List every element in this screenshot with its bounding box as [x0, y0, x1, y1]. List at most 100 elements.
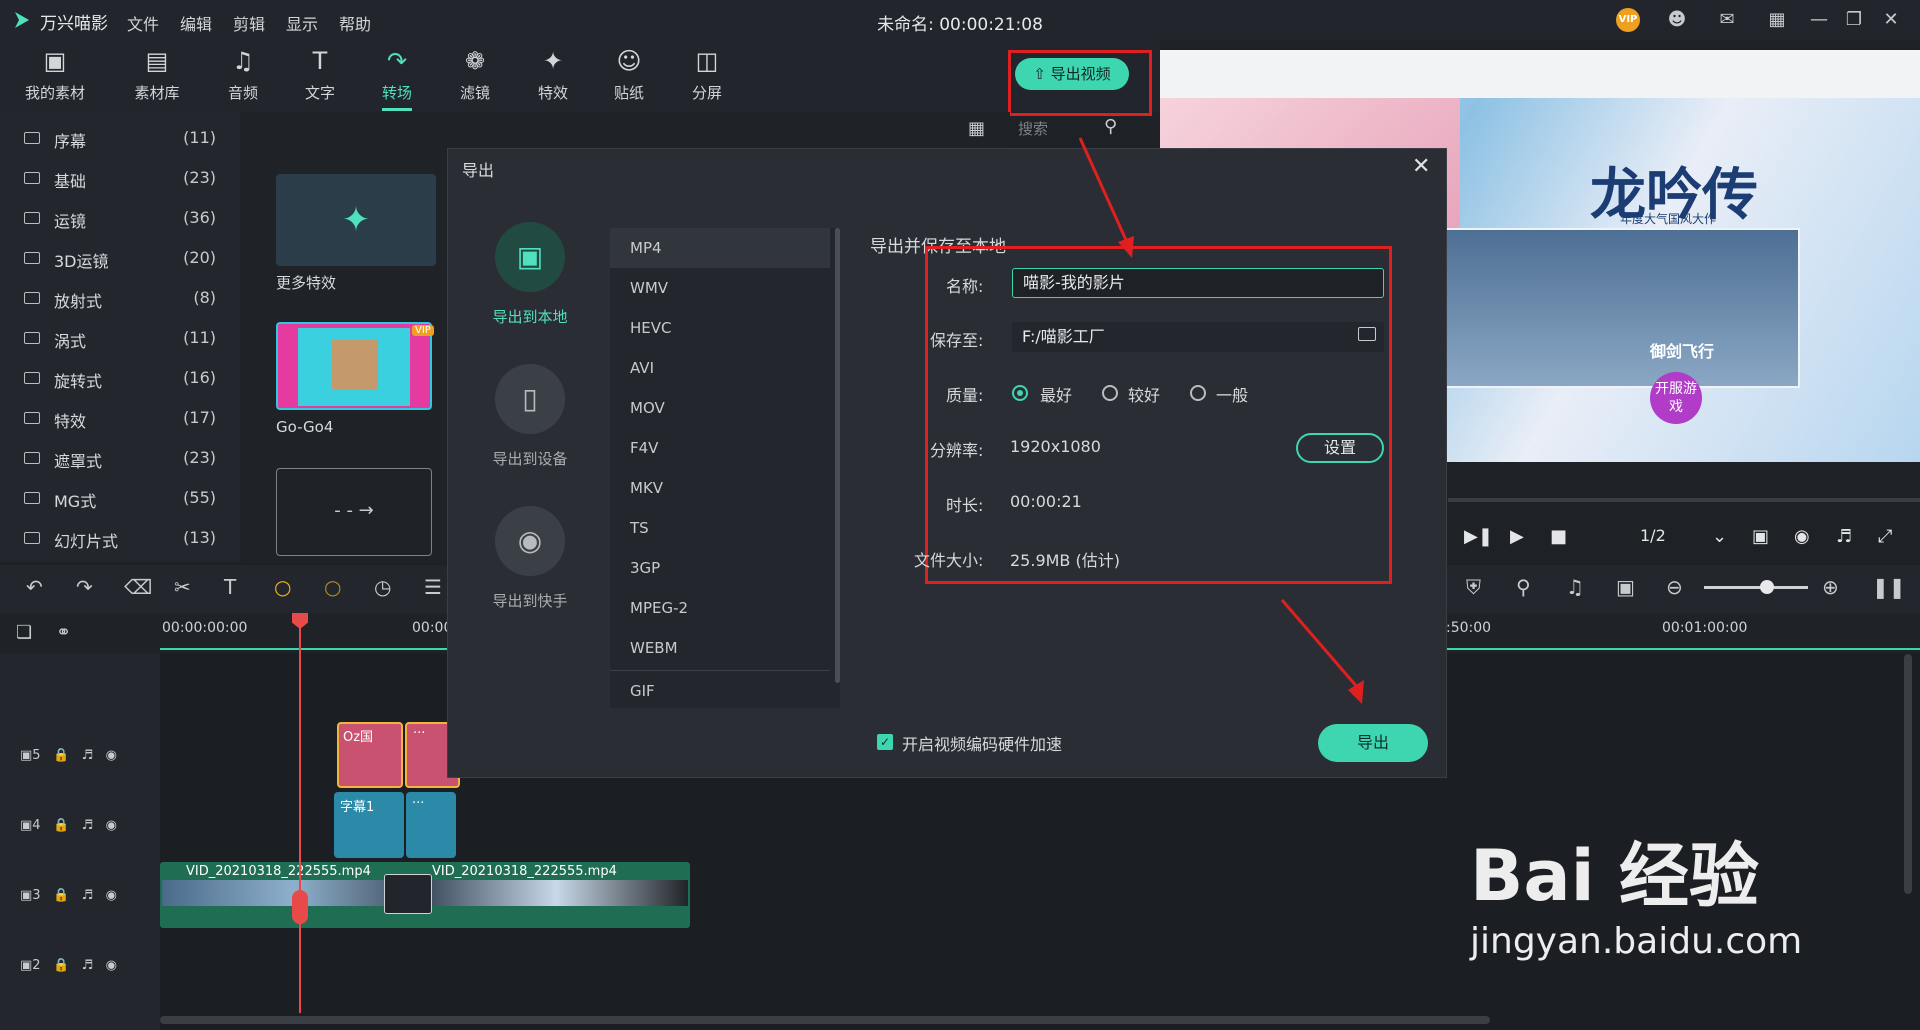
vip-icon[interactable]: VIP — [1616, 8, 1640, 32]
zoom-in-icon[interactable]: ⊕ — [1822, 575, 1839, 599]
message-icon[interactable]: ✉ — [1716, 9, 1738, 31]
format-item[interactable]: MPEG-2 — [610, 588, 830, 628]
export-device-tab[interactable]: ▯ 导出到设备 — [470, 364, 590, 469]
category-item[interactable]: 运镜 (36) — [24, 200, 224, 240]
microphone-icon[interactable]: ⚲ — [1516, 575, 1531, 599]
format-item[interactable]: AVI — [610, 348, 830, 388]
category-item[interactable]: 遮罩式 (23) — [24, 440, 224, 480]
category-item[interactable]: 涡式 (11) — [24, 320, 224, 360]
category-item[interactable]: 3D运镜 (20) — [24, 240, 224, 280]
volume-icon[interactable]: ♬ — [1836, 526, 1852, 547]
timeline-hscroll[interactable] — [160, 1016, 1490, 1024]
monitor-icon[interactable]: ▣ — [1752, 526, 1769, 547]
adjust-icon[interactable]: ☰ — [424, 575, 442, 599]
track-layout-icon[interactable]: ❚❚ — [1872, 575, 1906, 599]
volume-icon[interactable]: ♬ — [82, 888, 94, 903]
scissors-icon[interactable]: ✂ — [174, 575, 191, 599]
split-marker[interactable] — [292, 890, 308, 924]
transition-marker[interactable] — [384, 874, 432, 914]
category-item[interactable]: MG式 (55) — [24, 480, 224, 520]
format-item[interactable]: TS — [610, 508, 830, 548]
timeline-vscroll[interactable] — [1904, 654, 1912, 894]
eye-icon[interactable]: ◉ — [106, 818, 117, 833]
track-header-2[interactable]: ▣2 🔒 ♬ ◉ — [20, 958, 117, 973]
export-kuaishou-tab[interactable]: ◉ 导出到快手 — [470, 506, 590, 611]
eye-icon[interactable]: ◉ — [106, 748, 117, 763]
track-header-5[interactable]: ▣5 🔒 ♬ ◉ — [20, 748, 117, 763]
tool-split-screen[interactable]: ◫ 分屏 — [667, 46, 747, 103]
transition-clip[interactable]: Oz国 — [337, 722, 403, 788]
tool-my-media[interactable]: ▣ 我的素材 — [15, 46, 95, 103]
fit-icon[interactable]: ▣ — [1616, 575, 1635, 599]
step-forward-icon[interactable]: ▶❚ — [1464, 526, 1493, 547]
volume-icon[interactable]: ♬ — [82, 818, 94, 833]
track-header-3[interactable]: ▣3 🔒 ♬ ◉ — [20, 888, 117, 903]
transition-thumb-gogo4[interactable] — [276, 322, 432, 410]
stop-icon[interactable]: ■ — [1550, 526, 1567, 547]
play-icon[interactable]: ▶ — [1510, 526, 1524, 547]
lock-icon[interactable]: 🔒 — [53, 748, 69, 763]
format-scrollbar[interactable] — [835, 228, 840, 683]
close-window-icon[interactable]: ✕ — [1880, 9, 1902, 31]
chevron-down-icon[interactable]: ⌄ — [1712, 526, 1727, 547]
detach-audio-icon[interactable]: ○ — [324, 575, 341, 599]
format-item[interactable]: 3GP — [610, 548, 830, 588]
camera-icon[interactable]: ◉ — [1794, 526, 1810, 547]
hw-accel-checkbox[interactable]: ✓ — [877, 734, 893, 750]
lock-icon[interactable]: 🔒 — [53, 888, 69, 903]
text-clip[interactable]: ··· — [406, 792, 456, 858]
volume-icon[interactable]: ♬ — [82, 748, 94, 763]
export-button[interactable]: 导出 — [1318, 724, 1428, 762]
clock-icon[interactable]: ◷ — [374, 575, 391, 599]
tool-transition[interactable]: ↷ 转场 — [357, 46, 437, 111]
format-item[interactable]: WEBM — [610, 628, 830, 668]
format-item[interactable]: F4V — [610, 428, 830, 468]
magic-wand-icon[interactable]: ✦ — [276, 174, 436, 266]
format-item[interactable]: WMV — [610, 268, 830, 308]
shield-icon[interactable]: ⛨ — [1466, 575, 1481, 599]
search-input[interactable]: 搜索 — [1018, 118, 1048, 139]
format-item[interactable]: MP4 — [610, 228, 830, 268]
category-item[interactable]: 特效 (17) — [24, 400, 224, 440]
lock-icon[interactable]: 🔒 — [53, 958, 69, 973]
tool-audio[interactable]: ♫ 音频 — [203, 46, 283, 103]
account-icon[interactable]: ☻ — [1666, 9, 1688, 31]
category-item[interactable]: 基础 (23) — [24, 160, 224, 200]
link-icon[interactable]: ⚭ — [56, 622, 71, 643]
add-track-icon[interactable]: ❏ — [16, 622, 32, 643]
format-item[interactable]: HEVC — [610, 308, 830, 348]
delete-icon[interactable]: ⌫ — [124, 575, 152, 599]
volume-icon[interactable]: ♬ — [82, 958, 94, 973]
audio-list-icon[interactable]: ♫ — [1566, 575, 1584, 599]
preview-quality-select[interactable]: 1/2 — [1640, 526, 1666, 545]
minimize-icon[interactable]: — — [1808, 9, 1830, 31]
add-text-icon[interactable]: T — [224, 575, 236, 599]
category-item[interactable]: 序幕 (11) — [24, 120, 224, 160]
eye-icon[interactable]: ◉ — [106, 888, 117, 903]
playhead-line[interactable] — [299, 613, 301, 1013]
text-clip[interactable]: 字幕1 — [334, 792, 404, 858]
transition-thumb-arrow[interactable]: - - → — [276, 468, 432, 556]
store-icon[interactable]: ▦ — [1766, 9, 1788, 31]
track-header-4[interactable]: ▣4 🔒 ♬ ◉ — [20, 818, 117, 833]
zoom-slider-handle[interactable] — [1760, 580, 1774, 594]
eye-icon[interactable]: ◉ — [106, 958, 117, 973]
tool-effects[interactable]: ✦ 特效 — [513, 46, 593, 103]
tool-text[interactable]: T 文字 — [280, 46, 360, 103]
preview-progress[interactable] — [1448, 498, 1920, 502]
redo-icon[interactable]: ↷ — [76, 575, 93, 599]
restore-icon[interactable]: ❐ — [1843, 9, 1865, 31]
lock-icon[interactable]: 🔒 — [53, 818, 69, 833]
category-item[interactable]: 幻灯片式 (13) — [24, 520, 224, 560]
close-icon[interactable]: ✕ — [1412, 154, 1430, 179]
hw-accel-label[interactable]: 开启视频编码硬件加速 — [902, 731, 1062, 755]
format-item[interactable]: GIF — [610, 670, 830, 710]
grid-view-icon[interactable]: ▦ — [968, 118, 985, 139]
speed-icon[interactable]: ○ — [274, 575, 291, 599]
tool-stock-library[interactable]: ▤ 素材库 — [117, 46, 197, 103]
undo-icon[interactable]: ↶ — [26, 575, 43, 599]
quality-best-radio[interactable] — [1012, 385, 1028, 401]
format-item[interactable]: MOV — [610, 388, 830, 428]
format-item[interactable]: MKV — [610, 468, 830, 508]
category-item[interactable]: 旋转式 (16) — [24, 360, 224, 400]
